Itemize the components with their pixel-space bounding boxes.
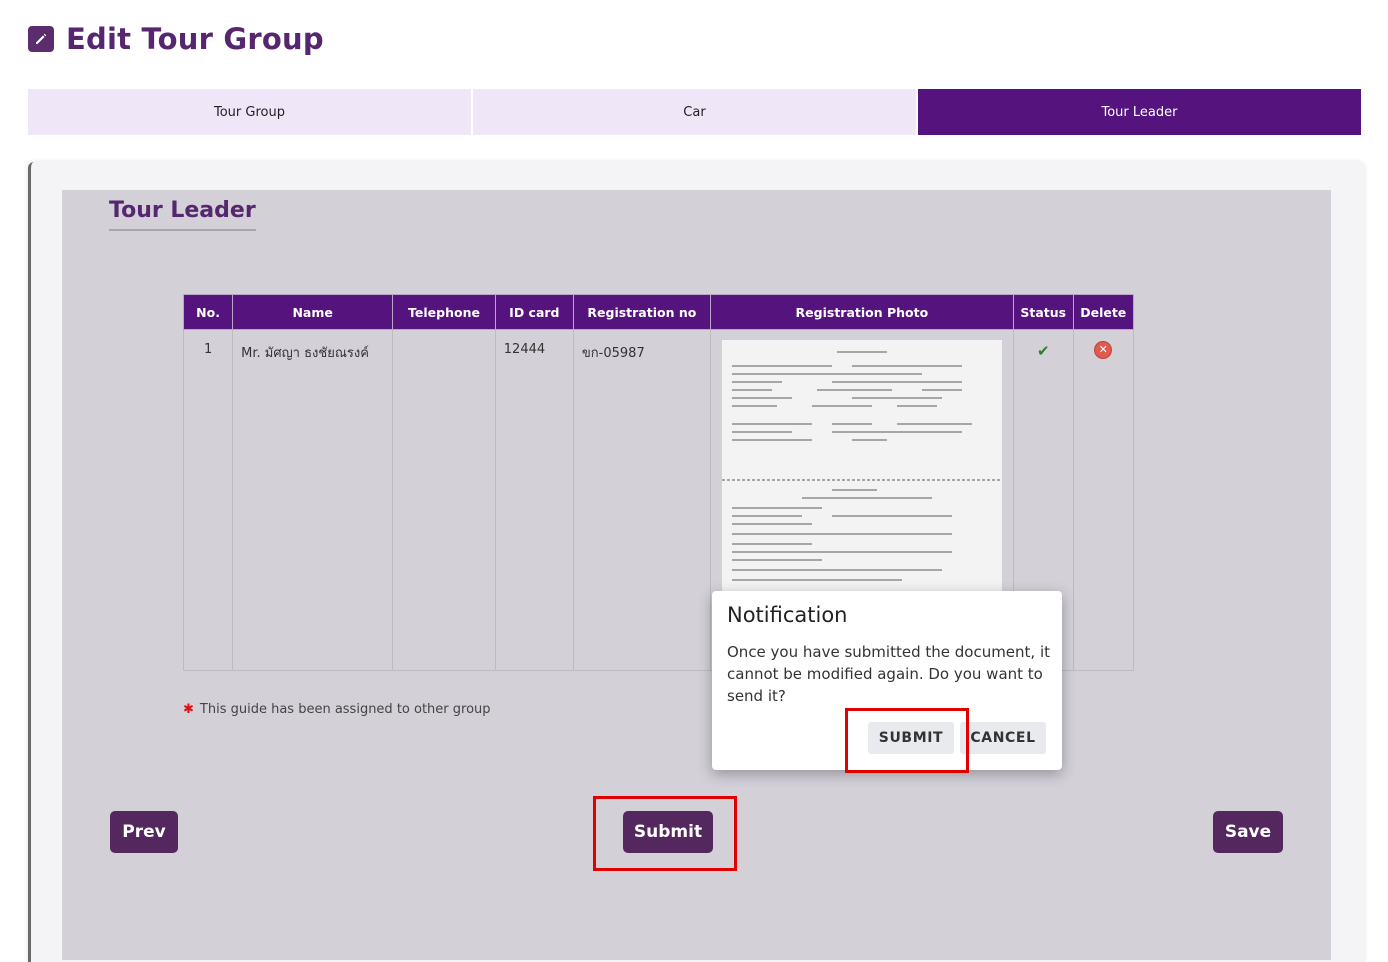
tab-tour-group[interactable]: Tour Group: [28, 89, 471, 135]
tab-tour-leader[interactable]: Tour Leader: [918, 89, 1361, 135]
save-button[interactable]: Save: [1213, 811, 1283, 853]
cell-id-card: 12444: [494, 329, 574, 671]
cell-registration-no: ขก-05987: [572, 329, 711, 671]
column-header-status: Status: [1012, 294, 1074, 330]
dialog-message: Once you have submitted the document, it…: [727, 643, 1051, 705]
page-header: Edit Tour Group: [28, 22, 324, 56]
asterisk-icon: ✱: [183, 702, 194, 717]
cell-name: Mr. มัศญา ธงชัยณรงค์: [232, 329, 394, 671]
edit-icon: [28, 26, 54, 52]
column-header-registration-no: Registration no: [572, 294, 711, 330]
section-title: Tour Leader: [109, 198, 256, 231]
check-icon: ✔: [1036, 342, 1050, 360]
tab-bar: Tour Group Car Tour Leader: [28, 89, 1361, 135]
highlight-submit-button: [593, 796, 737, 871]
tab-car[interactable]: Car: [473, 89, 916, 135]
column-header-name: Name: [232, 294, 394, 330]
cell-no: 1: [182, 329, 234, 671]
dialog-title: Notification: [727, 603, 848, 627]
note-text: This guide has been assigned to other gr…: [199, 702, 491, 717]
assignment-note: ✱ This guide has been assigned to other g…: [183, 702, 491, 717]
page-title: Edit Tour Group: [66, 22, 324, 56]
highlight-dialog-submit: [845, 708, 969, 773]
cell-delete: ✕: [1072, 329, 1135, 671]
column-header-id-card: ID card: [494, 294, 574, 330]
dialog-cancel-button[interactable]: CANCEL: [960, 722, 1046, 754]
delete-icon[interactable]: ✕: [1095, 342, 1112, 358]
column-header-registration-photo: Registration Photo: [709, 294, 1014, 330]
cell-telephone: [392, 329, 496, 671]
prev-button[interactable]: Prev: [110, 811, 178, 853]
column-header-no: No.: [182, 294, 234, 330]
table-header-row: No. Name Telephone ID card Registration …: [182, 294, 1135, 330]
column-header-telephone: Telephone: [392, 294, 496, 330]
column-header-delete: Delete: [1072, 294, 1135, 330]
